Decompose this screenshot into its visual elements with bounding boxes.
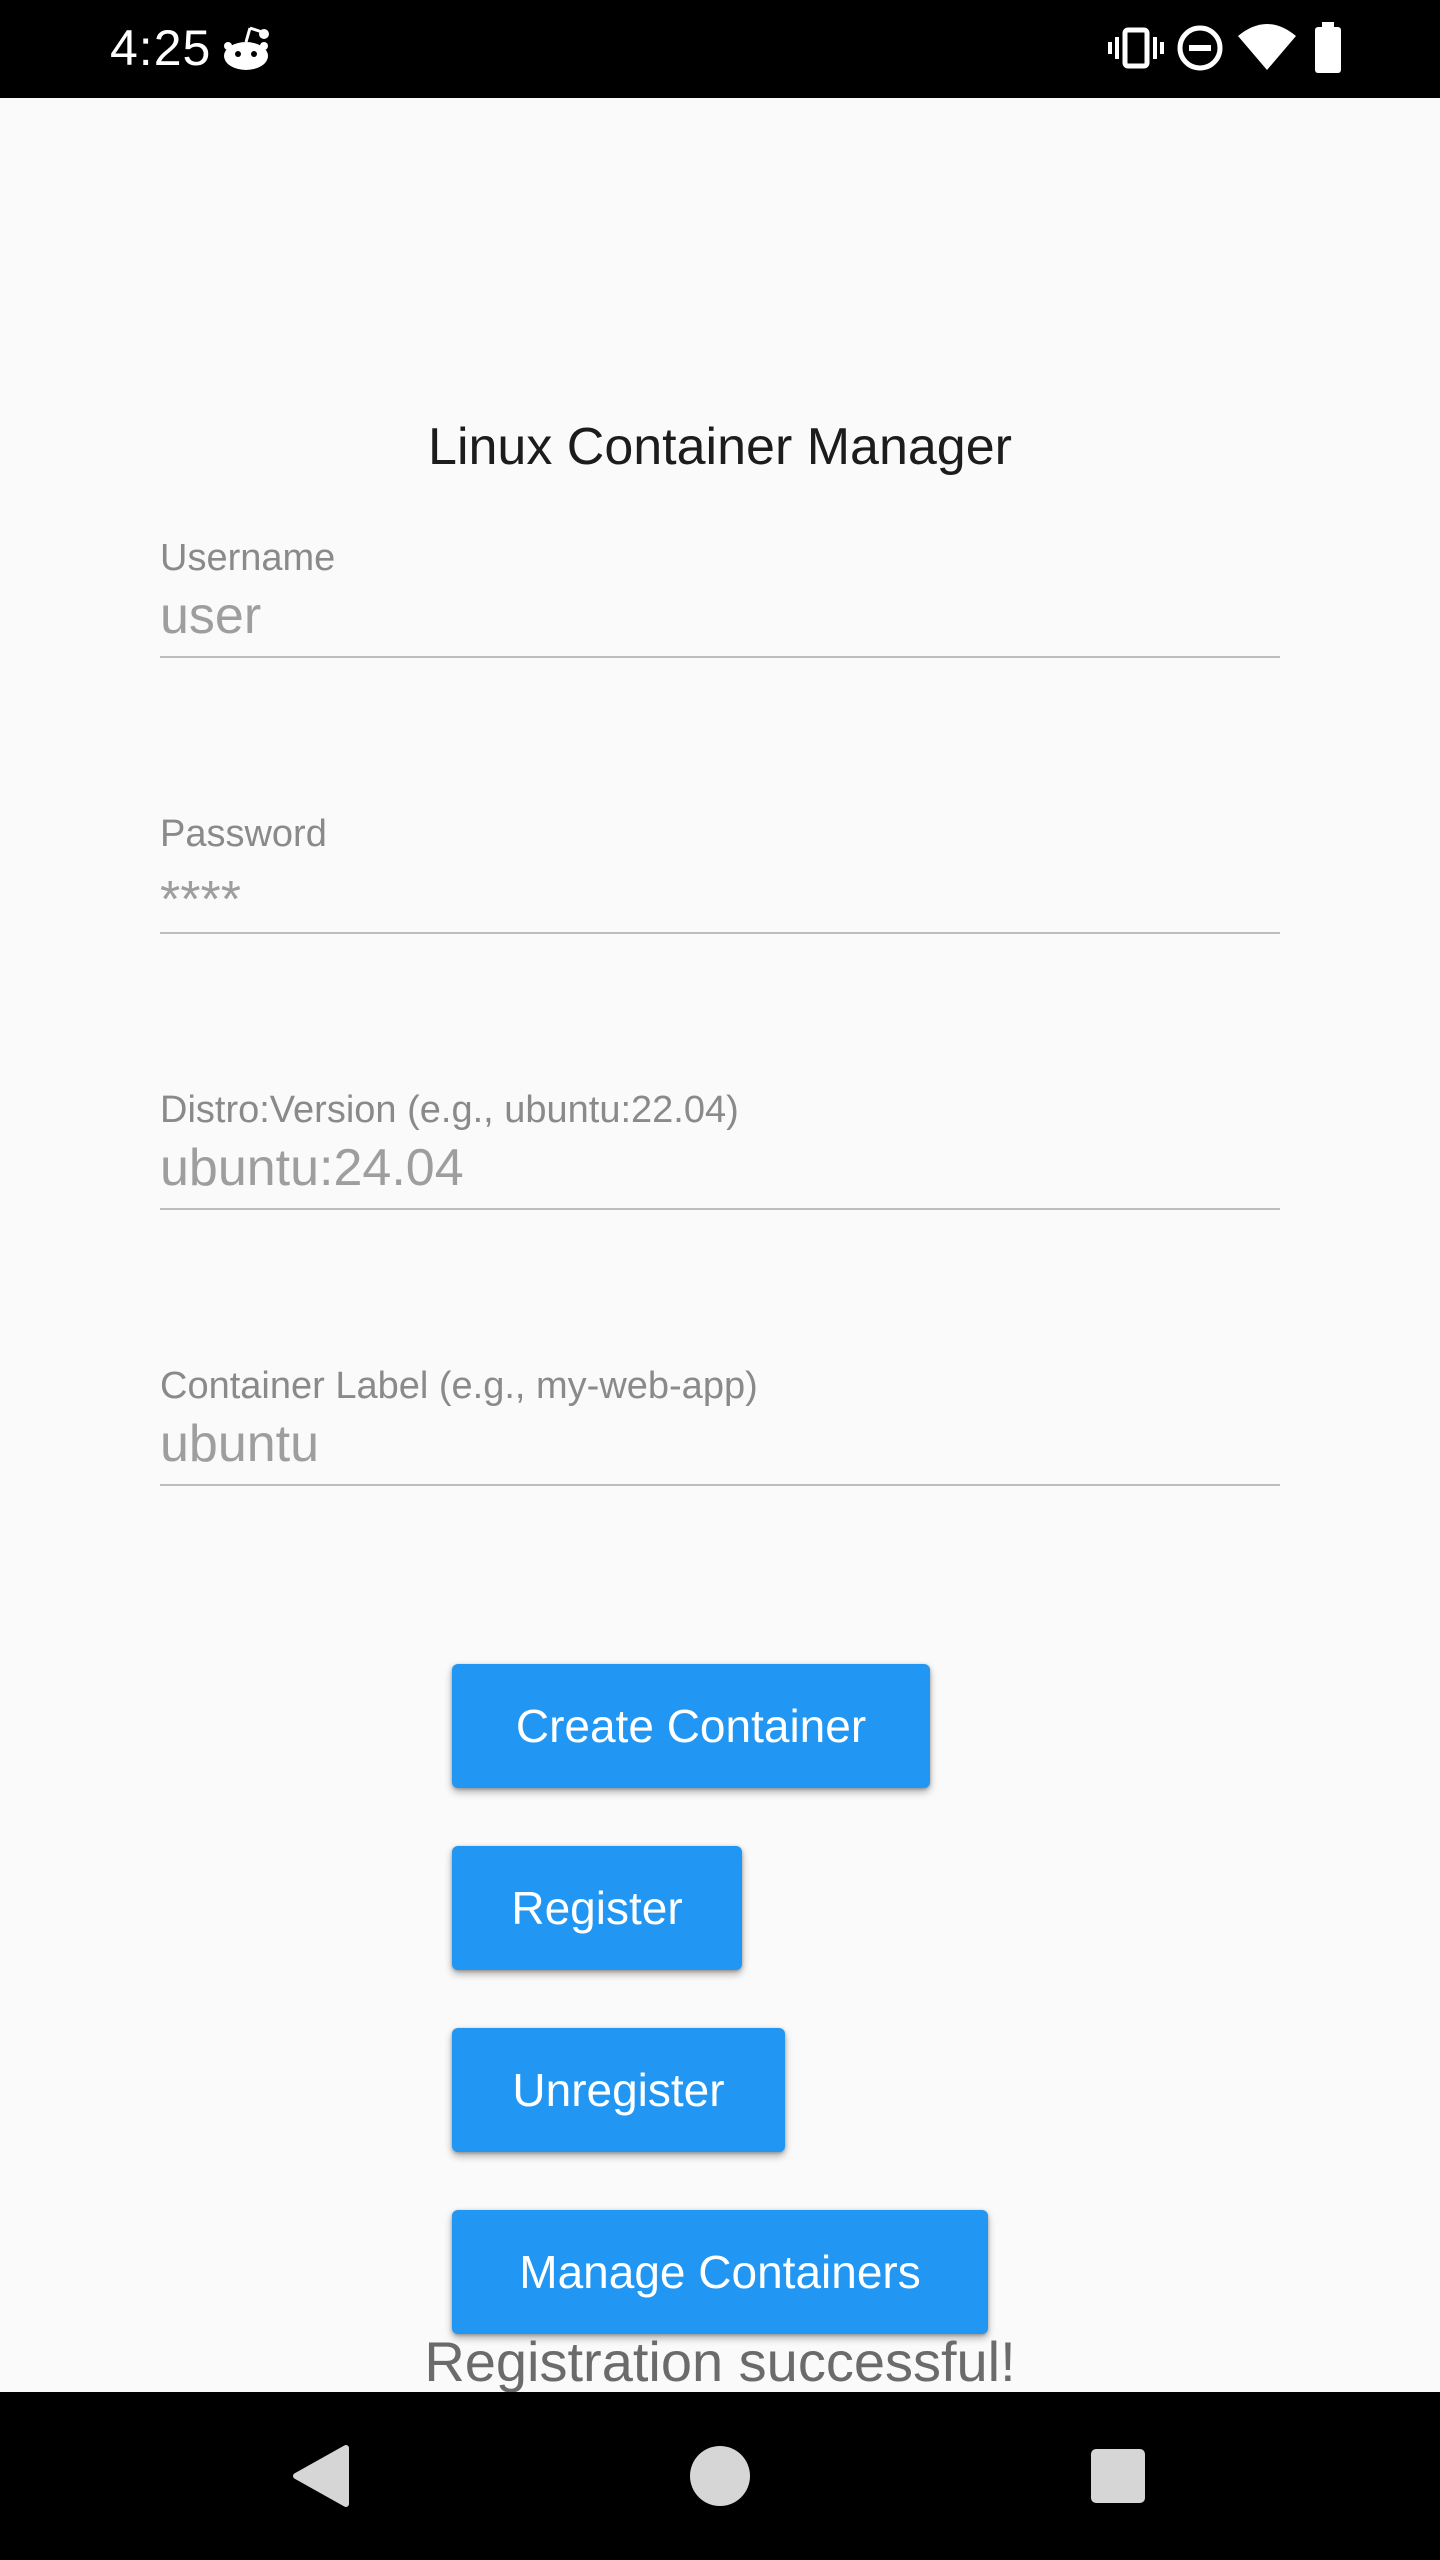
battery-icon [1312, 20, 1344, 76]
container-label-field[interactable]: Container Label (e.g., my-web-app) ubunt… [160, 1364, 1280, 1486]
status-message: Registration successful! [424, 2330, 1016, 2393]
password-input[interactable]: **** [160, 870, 241, 930]
vibrate-icon [1108, 20, 1164, 76]
navigation-bar [0, 2392, 1440, 2560]
wifi-icon [1236, 20, 1298, 76]
reddit-notification-icon [220, 20, 272, 76]
password-label: Password [160, 813, 327, 855]
distro-version-label: Distro:Version (e.g., ubuntu:22.04) [160, 1089, 739, 1131]
page-title: Linux Container Manager [428, 418, 1012, 476]
back-icon[interactable] [284, 2436, 364, 2516]
container-label-input[interactable]: ubuntu [160, 1414, 319, 1474]
username-input[interactable]: user [160, 586, 261, 646]
username-label: Username [160, 537, 336, 579]
home-icon[interactable] [680, 2436, 760, 2516]
status-bar: 4:25 [0, 0, 1440, 98]
unregister-button[interactable]: Unregister [452, 2028, 785, 2152]
app-screen: 4:25 Linux Container Manager Username us… [0, 0, 1440, 2560]
username-field[interactable]: Username user [160, 536, 1280, 658]
recents-icon[interactable] [1078, 2436, 1158, 2516]
status-time: 4:25 [110, 20, 212, 76]
do-not-disturb-icon [1172, 20, 1228, 76]
register-button[interactable]: Register [452, 1846, 742, 1970]
password-field[interactable]: Password **** [160, 812, 1280, 934]
distro-version-input[interactable]: ubuntu:24.04 [160, 1138, 464, 1198]
manage-containers-button[interactable]: Manage Containers [452, 2210, 988, 2334]
create-container-button[interactable]: Create Container [452, 1664, 930, 1788]
container-label-label: Container Label (e.g., my-web-app) [160, 1365, 758, 1407]
distro-version-field[interactable]: Distro:Version (e.g., ubuntu:22.04) ubun… [160, 1088, 1280, 1210]
